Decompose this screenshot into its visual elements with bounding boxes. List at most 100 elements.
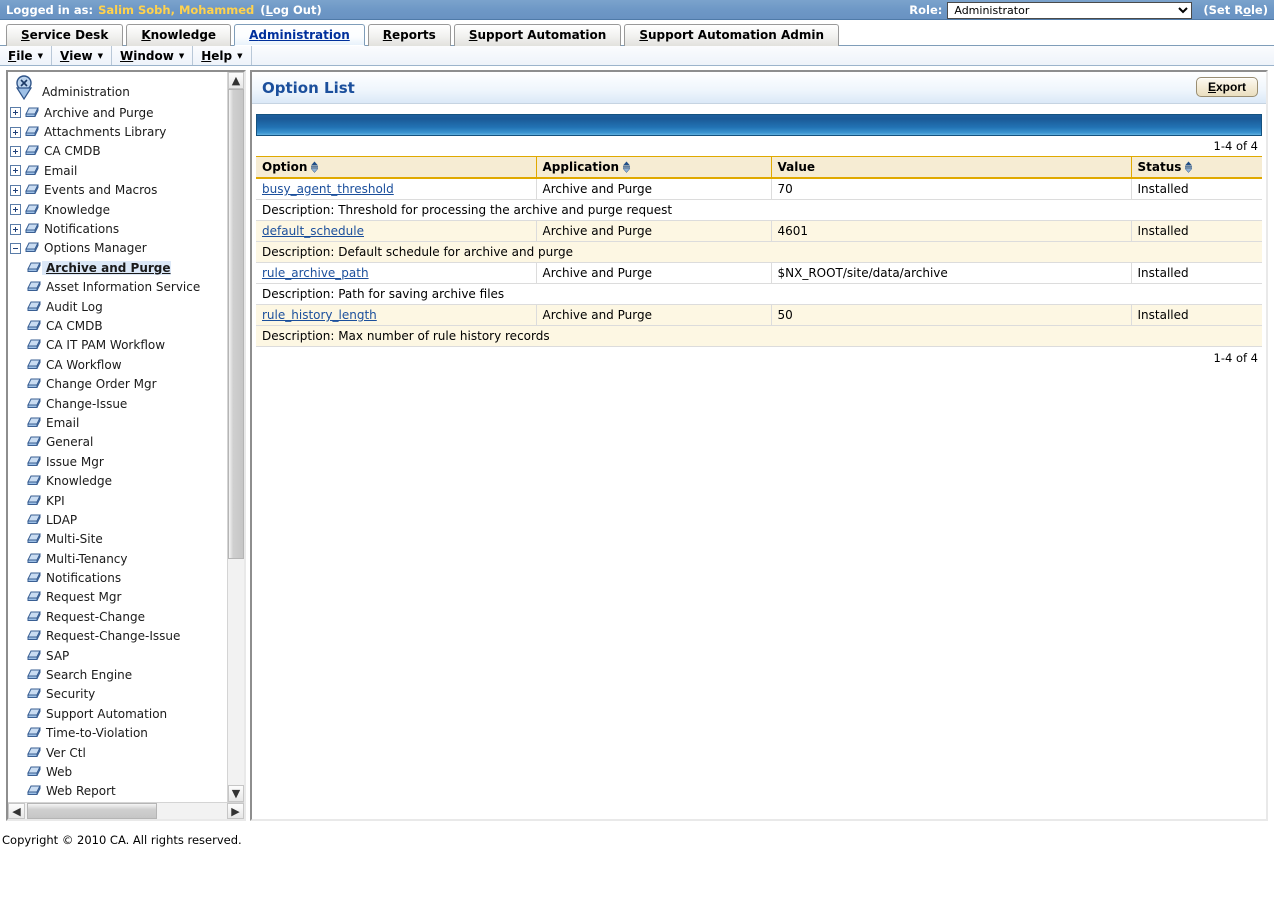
tree-node-request-mgr[interactable]: Request Mgr [10, 588, 227, 607]
tree-node-issue-mgr[interactable]: Issue Mgr [10, 452, 227, 471]
tree-vertical-scrollbar[interactable]: ▲ ▼ [227, 72, 244, 802]
tree-node-archive-and-purge[interactable]: Archive and Purge [10, 103, 227, 122]
tree-node-email[interactable]: Email [10, 161, 227, 180]
tree-node-label: SAP [46, 648, 70, 663]
tree-node-kpi[interactable]: KPI [10, 491, 227, 510]
tree-node-search-engine[interactable]: Search Engine [10, 665, 227, 684]
option-link[interactable]: busy_agent_threshold [262, 182, 394, 196]
tree-node-attachments-library[interactable]: Attachments Library [10, 122, 227, 141]
tree-node-ca-cmdb[interactable]: CA CMDB [10, 142, 227, 161]
tree-node-label: Events and Macros [44, 183, 158, 198]
set-role-link[interactable]: Set Role [1209, 3, 1263, 17]
table-description-row: Description: Threshold for processing th… [256, 199, 1262, 221]
tree-node-archive-and-purge[interactable]: Archive and Purge [10, 258, 227, 277]
column-header-application[interactable]: Application [536, 156, 772, 179]
tree-node-change-issue[interactable]: Change-Issue [10, 394, 227, 413]
column-header-status[interactable]: Status [1131, 156, 1262, 179]
tree-expand-toggle-icon[interactable] [10, 165, 21, 177]
tree-node-events-and-macros[interactable]: Events and Macros [10, 181, 227, 200]
role-select[interactable]: Administrator [947, 1, 1193, 19]
login-bar: Logged in as: Salim Sobh, Mohammed (Log … [0, 0, 1274, 20]
column-header-value[interactable]: Value [771, 156, 1132, 179]
tree-folder-icon [25, 184, 39, 195]
main-tab-administration[interactable]: Administration [234, 24, 365, 46]
tree-node-change-order-mgr[interactable]: Change Order Mgr [10, 374, 227, 393]
content-filler [252, 369, 1266, 819]
horizontal-scroll-track[interactable] [25, 803, 227, 819]
tree-node-label: Multi-Site [46, 532, 103, 547]
tree-node-request-change[interactable]: Request-Change [10, 607, 227, 626]
main-tab-reports[interactable]: Reports [367, 24, 451, 46]
set-role-accel: o [1243, 3, 1251, 17]
option-link[interactable]: rule_archive_path [262, 266, 369, 280]
tree-expand-toggle-icon[interactable] [10, 184, 21, 196]
logout-link[interactable]: Log Out [266, 3, 317, 17]
scroll-left-button[interactable]: ◀ [8, 803, 25, 819]
table-row[interactable]: default_schedule Archive and Purge 4601 Ins… [256, 220, 1262, 242]
tree-node-notifications[interactable]: Notifications [10, 568, 227, 587]
tree-expand-toggle-icon[interactable] [10, 223, 21, 235]
tree-folder-icon [27, 339, 41, 350]
menu-item-window[interactable]: Window ▼ [112, 46, 194, 65]
menu-item-view[interactable]: View ▼ [52, 46, 112, 65]
tree-node-web[interactable]: Web [10, 762, 227, 781]
tree-collapse-toggle-icon[interactable] [10, 242, 21, 254]
option-link[interactable]: default_schedule [262, 224, 364, 238]
export-button[interactable]: Export [1195, 77, 1258, 97]
tree-node-ca-it-pam-workflow[interactable]: CA IT PAM Workflow [10, 336, 227, 355]
tree-expand-toggle-icon[interactable] [10, 145, 21, 157]
tree-expand-toggle-icon[interactable] [10, 107, 21, 119]
sort-toggle-icon[interactable] [1184, 161, 1193, 173]
tree-expand-toggle-icon[interactable] [10, 126, 21, 138]
main-tab-support-automation-admin[interactable]: Support Automation Admin [624, 24, 840, 46]
main-tab-knowledge[interactable]: Knowledge [126, 24, 232, 46]
tree-node-ver-ctl[interactable]: Ver Ctl [10, 743, 227, 762]
tree-node-knowledge[interactable]: Knowledge [10, 200, 227, 219]
cell-application: Archive and Purge [536, 304, 772, 326]
tree-node-label: CA IT PAM Workflow [46, 338, 166, 353]
tree-node-knowledge[interactable]: Knowledge [10, 471, 227, 490]
table-row[interactable]: busy_agent_threshold Archive and Purge 70 I… [256, 178, 1262, 200]
tree-horizontal-scrollbar[interactable]: ◀ ▶ [8, 802, 244, 819]
main-tab-support-automation[interactable]: Support Automation [453, 24, 622, 46]
tree-node-support-automation[interactable]: Support Automation [10, 704, 227, 723]
column-header-option[interactable]: Option [256, 156, 537, 179]
tree-node-security[interactable]: Security [10, 685, 227, 704]
tree-node-multi-site[interactable]: Multi-Site [10, 530, 227, 549]
sort-toggle-icon[interactable] [622, 161, 631, 173]
scroll-right-button[interactable]: ▶ [227, 803, 244, 819]
tree-node-general[interactable]: General [10, 433, 227, 452]
table-row[interactable]: rule_archive_path Archive and Purge $NX_RO… [256, 262, 1262, 284]
tree-node-label: Attachments Library [44, 125, 167, 140]
scroll-up-button[interactable]: ▲ [228, 72, 244, 89]
tree-root-node[interactable]: Administration [10, 74, 227, 103]
horizontal-scroll-thumb[interactable] [27, 803, 157, 819]
tree-node-ca-cmdb[interactable]: CA CMDB [10, 316, 227, 335]
main-tab-service-desk[interactable]: Service Desk [6, 24, 124, 46]
tree-node-ca-workflow[interactable]: CA Workflow [10, 355, 227, 374]
menu-filler [252, 46, 1274, 65]
menu-item-help[interactable]: Help ▼ [193, 46, 252, 65]
tree-node-ldap[interactable]: LDAP [10, 510, 227, 529]
tree-node-audit-log[interactable]: Audit Log [10, 297, 227, 316]
tree-folder-icon [27, 533, 41, 544]
tree-node-email[interactable]: Email [10, 413, 227, 432]
menu-item-file[interactable]: File ▼ [0, 46, 52, 65]
vertical-scroll-thumb[interactable] [228, 89, 244, 559]
tree-folder-icon [27, 475, 41, 486]
tree-node-options-manager[interactable]: Options Manager [10, 239, 227, 258]
tree-node-sap[interactable]: SAP [10, 646, 227, 665]
tree-node-asset-information-service[interactable]: Asset Information Service [10, 278, 227, 297]
tree-expand-toggle-icon[interactable] [10, 204, 21, 216]
table-row[interactable]: rule_history_length Archive and Purge 50 In… [256, 304, 1262, 326]
tree-node-request-change-issue[interactable]: Request-Change-Issue [10, 627, 227, 646]
vertical-scroll-track[interactable] [228, 89, 244, 785]
tree-node-time-to-violation[interactable]: Time-to-Violation [10, 724, 227, 743]
tree-node-multi-tenancy[interactable]: Multi-Tenancy [10, 549, 227, 568]
logout-close-paren: ) [316, 2, 322, 17]
sort-toggle-icon[interactable] [310, 161, 319, 173]
tree-node-web-report[interactable]: Web Report [10, 782, 227, 801]
option-link[interactable]: rule_history_length [262, 308, 377, 322]
tree-node-notifications[interactable]: Notifications [10, 219, 227, 238]
scroll-down-button[interactable]: ▼ [228, 785, 244, 802]
